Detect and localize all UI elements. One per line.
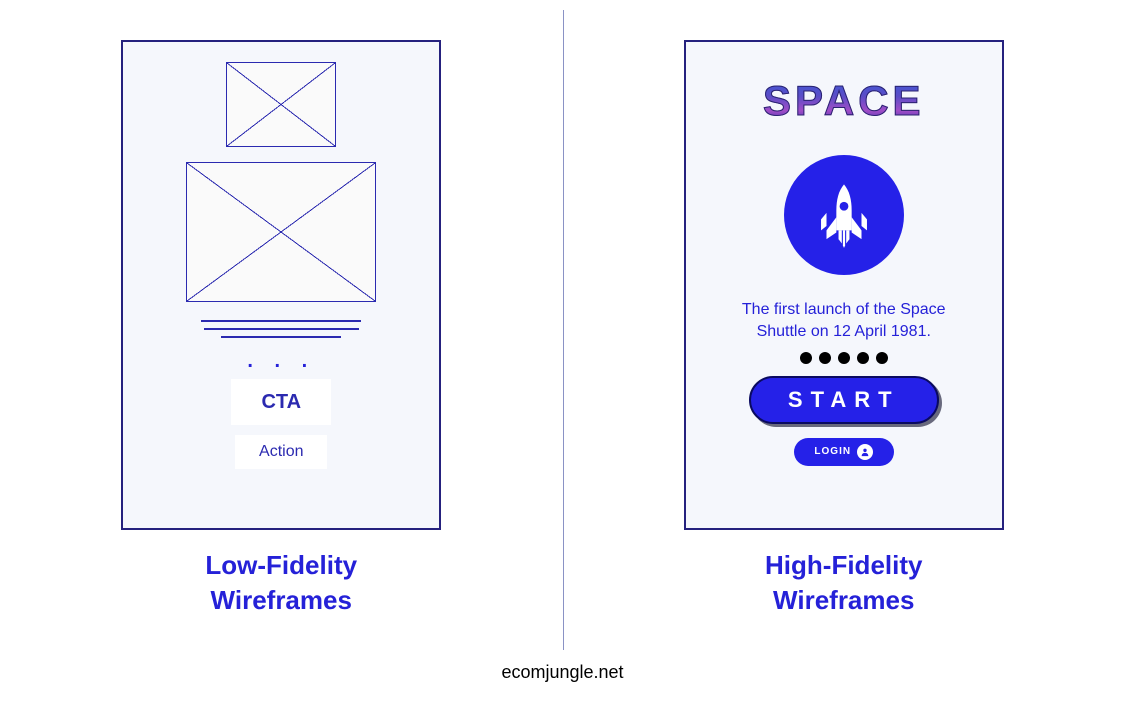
pager-dots-lofi: . . . bbox=[247, 350, 315, 373]
pager-dot bbox=[857, 352, 869, 364]
caption-line2: Wireframes bbox=[773, 585, 914, 615]
rocket-icon-container bbox=[784, 155, 904, 275]
diagram-container: . . . CTA Action Low-Fidelity Wireframes… bbox=[0, 0, 1125, 703]
text-line bbox=[221, 336, 341, 338]
pager-dot bbox=[819, 352, 831, 364]
text-lines bbox=[201, 320, 361, 338]
action-button-placeholder: Action bbox=[235, 435, 327, 469]
rocket-icon bbox=[809, 180, 879, 250]
login-label: LOGIN bbox=[814, 446, 851, 457]
footer-credit: ecomjungle.net bbox=[501, 662, 623, 683]
vertical-divider bbox=[563, 10, 564, 650]
text-line bbox=[201, 320, 361, 322]
caption-line1: Low-Fidelity bbox=[205, 550, 357, 580]
left-caption: Low-Fidelity Wireframes bbox=[205, 548, 357, 618]
app-logo-text: SPACE bbox=[763, 77, 925, 125]
right-caption: High-Fidelity Wireframes bbox=[765, 548, 922, 618]
lofi-frame: . . . CTA Action bbox=[121, 40, 441, 530]
start-button[interactable]: START bbox=[749, 376, 939, 424]
description-text: The first launch of the Space Shuttle on… bbox=[724, 299, 964, 344]
login-button[interactable]: LOGIN bbox=[794, 438, 894, 466]
cta-button-placeholder: CTA bbox=[231, 379, 331, 425]
image-placeholder-large bbox=[186, 162, 376, 302]
pager-dot bbox=[876, 352, 888, 364]
right-panel: SPACE The first launch bbox=[563, 0, 1125, 703]
pager-dot bbox=[838, 352, 850, 364]
text-line bbox=[204, 328, 359, 330]
hifi-frame: SPACE The first launch bbox=[684, 40, 1004, 530]
left-panel: . . . CTA Action Low-Fidelity Wireframes bbox=[0, 0, 563, 703]
pager-dot bbox=[800, 352, 812, 364]
image-placeholder-small bbox=[226, 62, 336, 147]
user-icon bbox=[857, 444, 873, 460]
pager-dots bbox=[800, 352, 888, 364]
caption-line1: High-Fidelity bbox=[765, 550, 922, 580]
caption-line2: Wireframes bbox=[211, 585, 352, 615]
